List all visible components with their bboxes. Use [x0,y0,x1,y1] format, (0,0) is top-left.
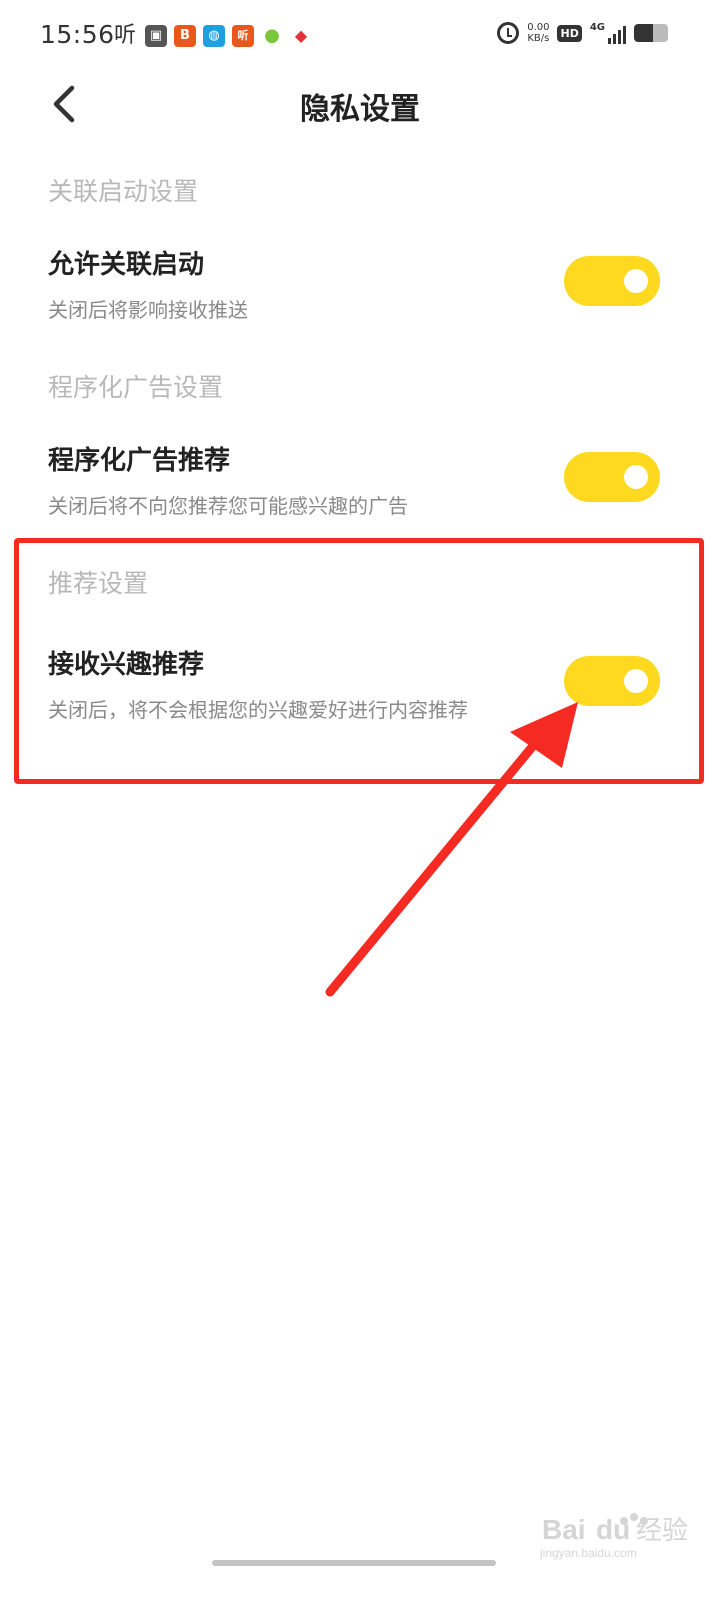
svg-text:Bai: Bai [542,1514,586,1545]
toggle-knob [624,269,648,293]
screen: 15:56 听 ▣ B ◍ 听 ● ◆ 0.00 KB/s HD 4G 隐私设置… [0,0,720,1600]
alarm-icon [497,22,520,44]
svg-text:jingyan.baidu.com: jingyan.baidu.com [540,1546,637,1560]
svg-text:经验: 经验 [636,1516,688,1546]
hd-icon: HD [557,24,582,42]
annotation-highlight-box [14,538,704,784]
app-notification-icon: ▣ [145,25,168,47]
signal-icon: 4G [590,22,626,44]
app-notification-icon: B [174,25,197,47]
app-notification-icon: 听 [232,25,255,47]
network-speed-value: 0.00 [527,22,550,33]
setting-title-programmatic-ads: 程序化广告推荐 [48,446,231,476]
header: 隐私设置 [0,70,720,136]
toggle-knob [624,465,648,489]
setting-desc-programmatic-ads: 关闭后将不向您推荐您可能感兴趣的广告 [48,494,408,518]
page-title: 隐私设置 [300,92,420,127]
network-type-label: 4G [589,22,605,33]
status-time: 15:56 [40,20,115,49]
battery-icon [634,24,668,42]
section-title-association: 关联启动设置 [48,177,199,206]
status-system-icons: 0.00 KB/s HD 4G [497,22,668,44]
battery-level [634,24,653,42]
annotation-arrow-icon [325,702,578,997]
section-title-programmatic-ads: 程序化广告设置 [48,373,224,402]
status-bar: 15:56 听 ▣ B ◍ 听 ● ◆ 0.00 KB/s HD 4G [0,0,720,70]
app-notification-icon: ◆ [290,25,313,47]
home-indicator[interactable] [212,1560,496,1566]
ting-icon: 听 [114,23,137,48]
svg-text:du: du [596,1514,630,1545]
toggle-association-launch[interactable] [564,256,660,306]
baidu-jingyan-watermark-icon: Bai du 经验 jingyan.baidu.com [540,1513,688,1560]
app-notification-icon: ◍ [203,25,226,47]
app-notification-icon: ● [261,25,284,47]
network-speed-unit: KB/s [527,33,550,44]
setting-desc-association: 关闭后将影响接收推送 [48,298,248,322]
setting-title-association: 允许关联启动 [48,250,205,280]
network-speed: 0.00 KB/s [527,22,549,44]
status-notification-icons: 听 ▣ B ◍ 听 ● ◆ [114,23,313,48]
toggle-programmatic-ads[interactable] [564,452,660,502]
